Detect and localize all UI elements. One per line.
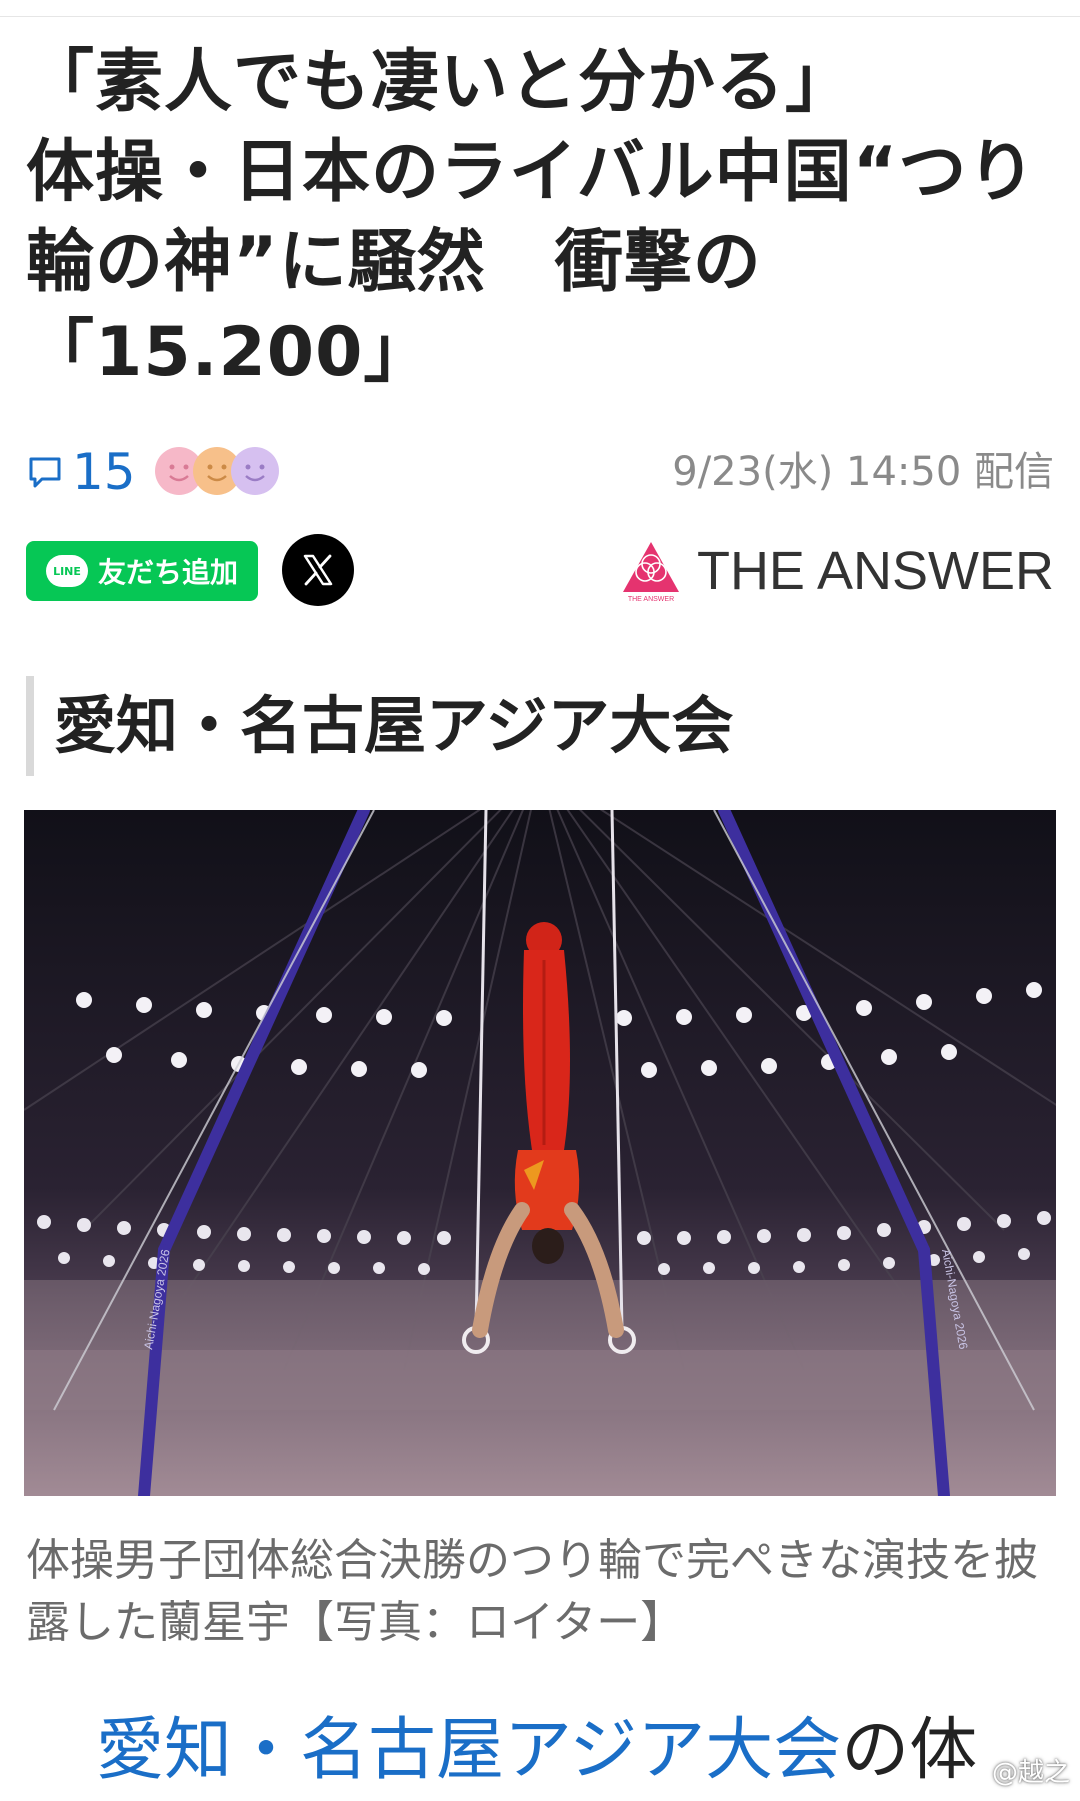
body-text: の体 xyxy=(841,1711,978,1790)
the-answer-logo-icon: THE ANSWER xyxy=(622,542,679,603)
reaction-icons[interactable] xyxy=(154,446,314,498)
article-headline: 「素人でも凄いと分かる」 体操・日本のライバル中国“つり輪の神”に騒然 衝撃の … xyxy=(26,43,1037,392)
line-add-friend-button[interactable]: LINE 友だち追加 xyxy=(26,541,258,601)
line-badge-text: LINE xyxy=(53,564,81,578)
weibo-watermark: @越之 xyxy=(991,1758,1070,1788)
article-photo[interactable]: Aichi-Nagoya 2026 Aichi-Nagoya 2026 xyxy=(24,810,1056,1496)
gymnast-rings-photo: Aichi-Nagoya 2026 Aichi-Nagoya 2026 xyxy=(24,810,1056,1496)
article-meta-row: 15 9/23(水) 14:50 配信 xyxy=(26,440,1054,504)
comments-link[interactable]: 15 xyxy=(26,440,136,504)
article-body-lead: 愛知・名古屋アジア大会の体 xyxy=(96,1706,1056,1796)
smile-face-purple-icon xyxy=(230,446,280,496)
publisher-name: THE ANSWER xyxy=(696,541,1054,601)
line-icon: LINE xyxy=(45,555,88,587)
x-logo-icon xyxy=(303,554,333,586)
section-heading: 愛知・名古屋アジア大会 xyxy=(26,676,1054,776)
photo-caption: 体操男子団体総合決勝のつり輪で完ぺきな演技を披露した蘭星宇【写真：ロイター】 xyxy=(26,1535,1038,1648)
publish-time: 9/23(水) 14:50 配信 xyxy=(672,449,1054,495)
publisher-brand[interactable]: THE ANSWER THE ANSWER xyxy=(619,534,1054,608)
line-button-label: 友だち追加 xyxy=(97,556,238,589)
x-share-button[interactable] xyxy=(282,534,354,606)
top-divider xyxy=(0,16,1080,17)
comment-count: 15 xyxy=(72,443,136,501)
share-row: LINE 友だち追加 THE ANSWER THE ANSWER xyxy=(26,534,1054,608)
section-heading-text: 愛知・名古屋アジア大会 xyxy=(54,689,734,762)
asian-games-link[interactable]: 愛知・名古屋アジア大会 xyxy=(96,1711,841,1790)
comment-icon xyxy=(29,457,61,488)
svg-text:THE ANSWER: THE ANSWER xyxy=(628,596,674,603)
